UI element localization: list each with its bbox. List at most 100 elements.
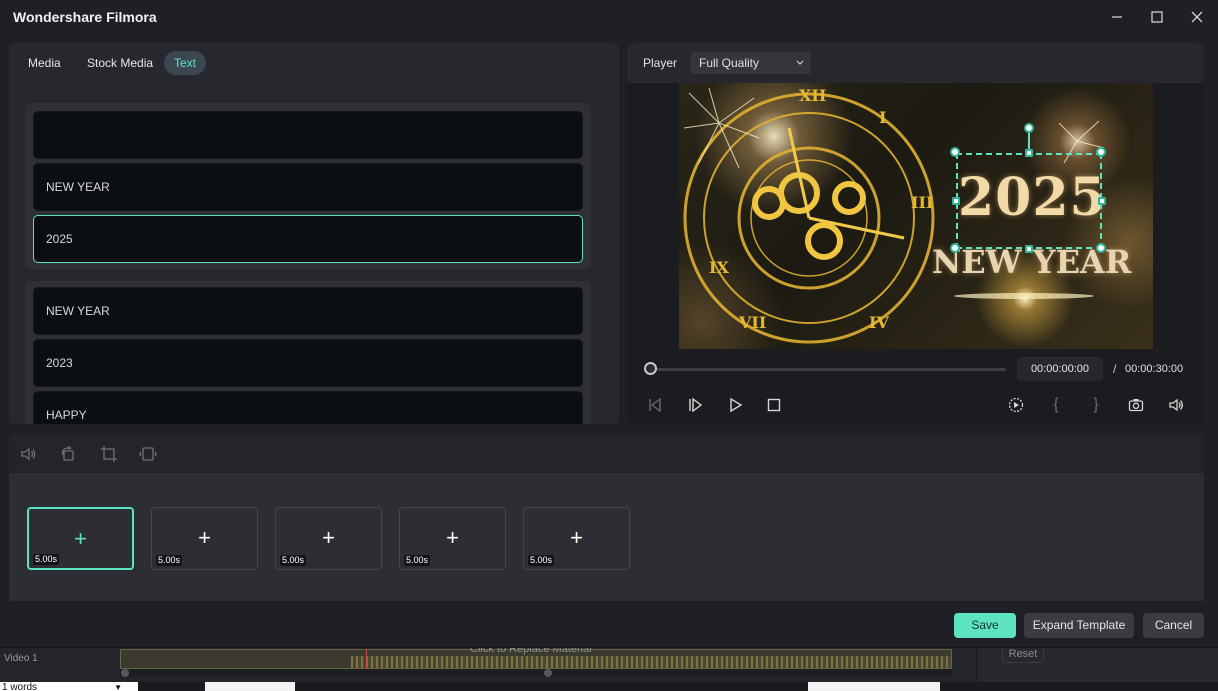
text-field-1-2[interactable]: NEW YEAR: [33, 163, 583, 211]
quality-dropdown[interactable]: Full Quality: [691, 52, 811, 74]
svg-text:XII: XII: [799, 86, 826, 105]
timeline-playhead: [366, 649, 367, 671]
next-frame-button[interactable]: [684, 394, 706, 416]
render-icon: [1008, 397, 1024, 413]
clip-duration: 5.00s: [33, 554, 60, 565]
track-label: Video 1: [4, 653, 38, 664]
crop-tool-button[interactable]: [98, 443, 120, 465]
snapshot-button[interactable]: [1125, 394, 1147, 416]
clip-slot-3[interactable]: + 5.00s: [275, 507, 382, 570]
close-icon: [1191, 11, 1203, 23]
template-dialog: Wondershare Filmora Media Stock Media Te…: [0, 0, 1218, 648]
video-preview[interactable]: XII III IX IV VII I 2025 NEW YEAR: [679, 83, 1153, 349]
text-group-2: NEW YEAR 2023 HAPPY: [25, 281, 591, 424]
tab-stock-media[interactable]: Stock Media: [77, 51, 163, 75]
minimize-button[interactable]: [1104, 6, 1130, 28]
mark-out-icon: }: [1093, 396, 1099, 413]
seek-bar[interactable]: [651, 368, 1006, 371]
player-panel: Player Full Quality XII III IX IV VII I …: [627, 43, 1204, 424]
timeline-scrollbar: [120, 669, 952, 677]
previous-frame-button[interactable]: [644, 394, 666, 416]
mark-out-button[interactable]: }: [1085, 394, 1107, 416]
taskbar-segment: [808, 682, 940, 691]
text-selection-box[interactable]: [956, 153, 1102, 249]
clip-duration: 5.00s: [528, 555, 555, 566]
cancel-button[interactable]: Cancel: [1143, 613, 1204, 638]
fit-icon: [139, 447, 157, 461]
scroll-knob-start: [121, 669, 129, 677]
svg-text:IX: IX: [709, 258, 729, 277]
clip-slot-2[interactable]: + 5.00s: [151, 507, 258, 570]
total-time: 00:00:30:00: [1125, 363, 1184, 375]
volume-button[interactable]: [1165, 394, 1187, 416]
expand-template-button[interactable]: Expand Template: [1024, 613, 1134, 638]
fit-tool-button[interactable]: [137, 443, 159, 465]
mark-in-button[interactable]: {: [1045, 394, 1067, 416]
rotate-icon: [61, 445, 74, 461]
plus-icon: +: [198, 525, 211, 550]
step-forward-icon: [689, 397, 703, 413]
stop-button[interactable]: [763, 394, 785, 416]
app-title: Wondershare Filmora: [13, 9, 157, 25]
resize-handle-right[interactable]: [1098, 197, 1106, 205]
play-button[interactable]: [724, 394, 746, 416]
svg-text:VII: VII: [738, 313, 766, 332]
resize-handle-top-left[interactable]: [950, 147, 960, 157]
crop-icon: [101, 446, 117, 462]
stop-icon: [767, 398, 781, 412]
resize-handle-left[interactable]: [952, 197, 960, 205]
maximize-button[interactable]: [1144, 6, 1170, 28]
clip-strip: + 5.00s + 5.00s + 5.00s + 5.00s + 5.00s: [9, 473, 1204, 601]
plus-icon: +: [322, 525, 335, 550]
save-button[interactable]: Save: [954, 613, 1016, 638]
clip-slot-1[interactable]: + 5.00s: [27, 507, 134, 570]
scroll-knob-end: [544, 669, 552, 677]
player-header: Player Full Quality: [627, 43, 1204, 83]
step-back-icon: [649, 397, 661, 413]
resize-handle-top[interactable]: [1025, 149, 1033, 157]
text-field-2-2[interactable]: 2023: [33, 339, 583, 387]
svg-text:III: III: [911, 193, 933, 212]
plus-icon: +: [446, 525, 459, 550]
material-panel: Media Stock Media Text NEW YEAR 2025 NEW…: [9, 43, 619, 424]
plus-icon: +: [570, 525, 583, 550]
play-icon: [730, 397, 743, 413]
clip-tool-row: [9, 434, 1204, 472]
clip-slot-4[interactable]: + 5.00s: [399, 507, 506, 570]
text-group-1: NEW YEAR 2025: [25, 103, 591, 269]
clip-duration: 5.00s: [404, 555, 431, 566]
camera-icon: [1128, 399, 1144, 412]
mark-in-icon: {: [1053, 396, 1059, 413]
svg-text:IV: IV: [869, 313, 889, 332]
title-bar: Wondershare Filmora: [0, 0, 1218, 34]
text-field-2-3[interactable]: HAPPY: [33, 391, 583, 424]
close-button[interactable]: [1184, 6, 1210, 28]
clip-slot-5[interactable]: + 5.00s: [523, 507, 630, 570]
seek-knob[interactable]: [644, 362, 657, 375]
tab-media[interactable]: Media: [18, 51, 71, 75]
resize-handle-bottom-left[interactable]: [950, 243, 960, 253]
player-label: Player: [643, 56, 678, 70]
speaker-icon: [21, 447, 36, 461]
text-field-1-1[interactable]: [33, 111, 583, 159]
text-field-1-3[interactable]: 2025: [33, 215, 583, 263]
render-preview-button[interactable]: [1005, 394, 1027, 416]
text-field-2-1[interactable]: NEW YEAR: [33, 287, 583, 335]
quality-value: Full Quality: [699, 56, 760, 70]
audio-tool-button[interactable]: [18, 443, 40, 465]
svg-text:I: I: [879, 108, 886, 127]
maximize-icon: [1151, 11, 1163, 23]
tab-text[interactable]: Text: [164, 51, 207, 75]
clip-duration: 5.00s: [280, 555, 307, 566]
taskbar-segment: [205, 682, 295, 691]
current-time[interactable]: 00:00:00:00: [1017, 357, 1103, 381]
taskbar: [0, 682, 1218, 691]
resize-handle-bottom[interactable]: [1025, 245, 1033, 253]
rotate-handle[interactable]: [1024, 123, 1034, 133]
resize-handle-bottom-right[interactable]: [1096, 243, 1106, 253]
speaker-icon: [1169, 398, 1183, 412]
audio-waveform: [351, 656, 951, 668]
resize-handle-top-right[interactable]: [1096, 147, 1106, 157]
rotate-tool-button[interactable]: [57, 443, 79, 465]
plus-icon: +: [74, 526, 87, 551]
